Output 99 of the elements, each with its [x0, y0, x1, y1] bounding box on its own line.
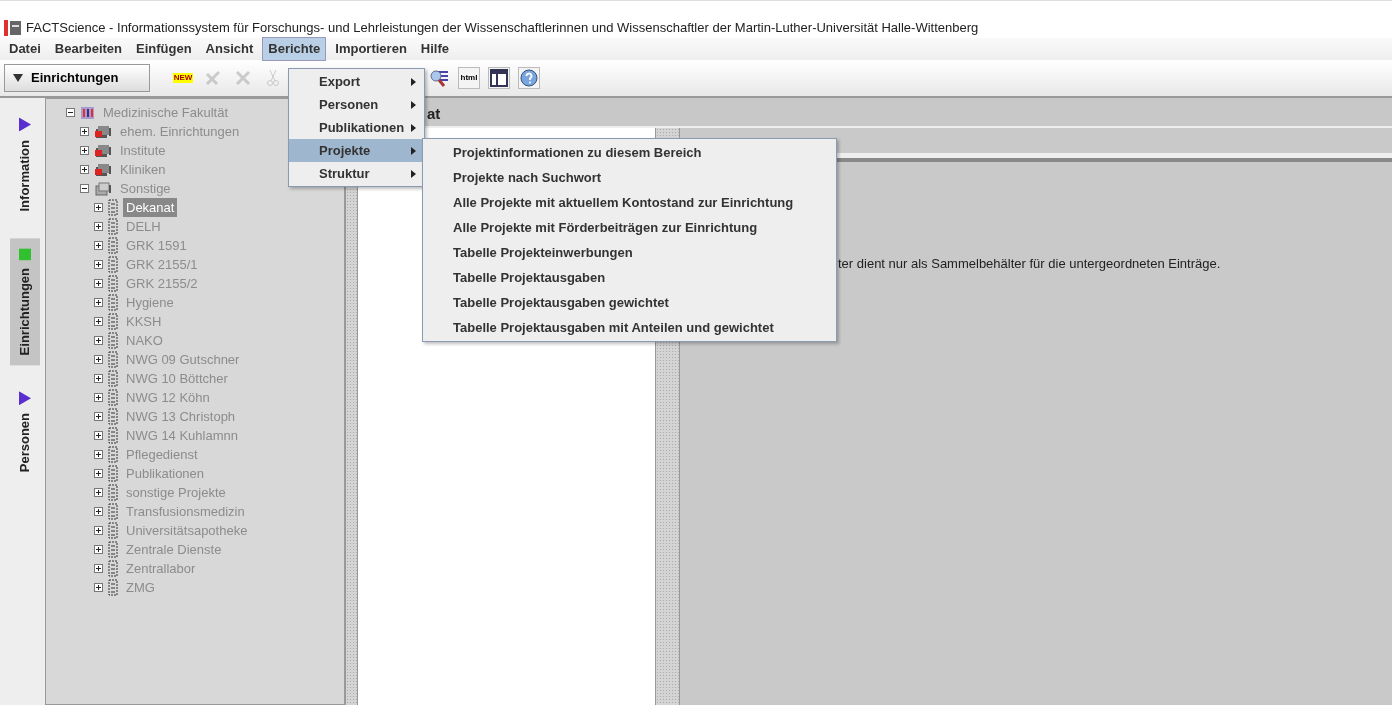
expand-toggle-icon[interactable]: [94, 469, 103, 478]
help-icon: [520, 69, 538, 87]
expand-toggle-icon[interactable]: [94, 583, 103, 592]
unit-icon: [108, 427, 118, 444]
expand-toggle-icon[interactable]: [94, 545, 103, 554]
unit-icon: [108, 351, 118, 368]
menu-item[interactable]: Berichte: [262, 37, 327, 61]
side-tab[interactable]: Information: [10, 108, 40, 222]
search-icon: [429, 68, 449, 88]
building-icon: [80, 105, 95, 120]
unit-icon: [108, 560, 118, 577]
unit-icon: [108, 370, 118, 387]
menu-item[interactable]: Export: [289, 70, 424, 93]
expand-toggle-icon[interactable]: [94, 222, 103, 231]
expand-toggle-icon[interactable]: [94, 393, 103, 402]
submenu-arrow-icon: [411, 100, 416, 109]
menu-item[interactable]: Datei: [4, 38, 46, 60]
expand-toggle-icon[interactable]: [94, 241, 103, 250]
menu-item[interactable]: Struktur: [289, 162, 424, 185]
unit-icon: [108, 294, 118, 311]
menu-item[interactable]: Projektinformationen zu diesem Bereich: [423, 140, 836, 165]
menu-item[interactable]: Tabelle Projektausgaben gewichtet: [423, 290, 836, 315]
view-switch-button[interactable]: Einrichtungen: [4, 64, 150, 92]
unit-icon: [108, 332, 118, 349]
submenu-arrow-icon: [411, 169, 416, 178]
menu-item[interactable]: Projekte nach Suchwort: [423, 165, 836, 190]
menu-item[interactable]: Tabelle Projektausgaben: [423, 265, 836, 290]
unit-icon: [108, 446, 118, 463]
menu-item[interactable]: Bearbeiten: [49, 38, 127, 60]
unit-icon: [108, 313, 118, 330]
caret-icon: [13, 74, 23, 82]
menu-item[interactable]: Tabelle Projektausgaben mit Anteilen und gewichtet: [423, 315, 836, 340]
expand-toggle-icon[interactable]: [94, 526, 103, 535]
delete-icon: [235, 70, 251, 86]
side-tab[interactable]: Personen: [10, 380, 40, 483]
layout-icon: [490, 69, 508, 87]
submenu-arrow-icon: [411, 123, 416, 132]
submenu-arrow-icon: [411, 146, 416, 155]
unit-icon: [108, 275, 118, 292]
folder-stack-icon: [94, 181, 112, 196]
html-button[interactable]: html: [458, 67, 480, 89]
scissors-icon: [266, 69, 280, 87]
unit-icon: [108, 218, 118, 235]
submenu-arrow-icon: [411, 77, 416, 86]
menu-item[interactable]: Alle Projekte mit aktuellem Kontostand zur Einrichtung: [423, 190, 836, 215]
expand-toggle-icon[interactable]: [94, 260, 103, 269]
toolbar-button[interactable]: [518, 67, 540, 89]
unit-icon: [108, 503, 118, 520]
menu-item[interactable]: Publikationen: [289, 116, 424, 139]
expand-toggle-icon[interactable]: [94, 279, 103, 288]
toolbar-button[interactable]: [488, 67, 510, 89]
menu-item[interactable]: Importieren: [330, 38, 412, 60]
expand-toggle-icon[interactable]: [94, 317, 103, 326]
expand-toggle-icon[interactable]: [80, 184, 89, 193]
unit-icon: [108, 237, 118, 254]
expand-toggle-icon[interactable]: [80, 165, 89, 174]
new-button[interactable]: NEW: [172, 67, 194, 89]
expand-toggle-icon[interactable]: [66, 108, 75, 117]
menu-item[interactable]: Tabelle Projekteinwerbungen: [423, 240, 836, 265]
expand-toggle-icon[interactable]: [94, 507, 103, 516]
side-tab[interactable]: Einrichtungen: [10, 237, 40, 365]
unit-icon: [108, 199, 118, 216]
menu-item[interactable]: Alle Projekte mit Förderbeiträgen zur Einrichtung: [423, 215, 836, 240]
unit-icon: [108, 389, 118, 406]
unit-icon: [108, 579, 118, 596]
unit-icon: [108, 522, 118, 539]
expand-toggle-icon[interactable]: [94, 450, 103, 459]
triangle-icon: [19, 390, 31, 405]
folder-stack-icon: [94, 124, 112, 139]
expand-toggle-icon[interactable]: [94, 336, 103, 345]
expand-toggle-icon[interactable]: [94, 355, 103, 364]
info-message: ter dient nur als Sammelbehälter für die untergeordneten Einträge.: [838, 255, 1221, 273]
unit-icon: [108, 484, 118, 501]
expand-toggle-icon[interactable]: [94, 203, 103, 212]
expand-toggle-icon[interactable]: [94, 488, 103, 497]
app-icon: [4, 19, 22, 36]
expand-toggle-icon[interactable]: [94, 374, 103, 383]
menu-item[interactable]: Ansicht: [200, 38, 259, 60]
menu-item[interactable]: Hilfe: [415, 38, 454, 60]
expand-toggle-icon[interactable]: [80, 127, 89, 136]
status-square-icon: [19, 247, 31, 260]
menu-item[interactable]: Einfügen: [131, 38, 197, 60]
unit-icon: [108, 408, 118, 425]
expand-toggle-icon[interactable]: [94, 412, 103, 421]
expand-toggle-icon[interactable]: [94, 431, 103, 440]
menu-item[interactable]: Projekte: [289, 139, 424, 162]
triangle-icon: [19, 118, 31, 132]
folder-stack-icon: [94, 143, 112, 158]
folder-stack-icon: [94, 162, 112, 177]
window-title: FACTScience - Informationssystem für Forschungs- und Lehrleistungen der Wissenschaftlerinnen und Wissenschaftler der Martin-Luther-Universität Halle-Wittenberg: [26, 18, 979, 37]
tree-item[interactable]: Dekanat: [123, 197, 178, 218]
expand-toggle-icon[interactable]: [94, 564, 103, 573]
toolbar-button[interactable]: [428, 67, 450, 89]
expand-toggle-icon[interactable]: [80, 146, 89, 155]
menu-item[interactable]: Personen: [289, 93, 424, 116]
expand-toggle-icon[interactable]: [94, 298, 103, 307]
unit-icon: [108, 465, 118, 482]
unit-icon: [108, 256, 118, 273]
unit-icon: [108, 541, 118, 558]
